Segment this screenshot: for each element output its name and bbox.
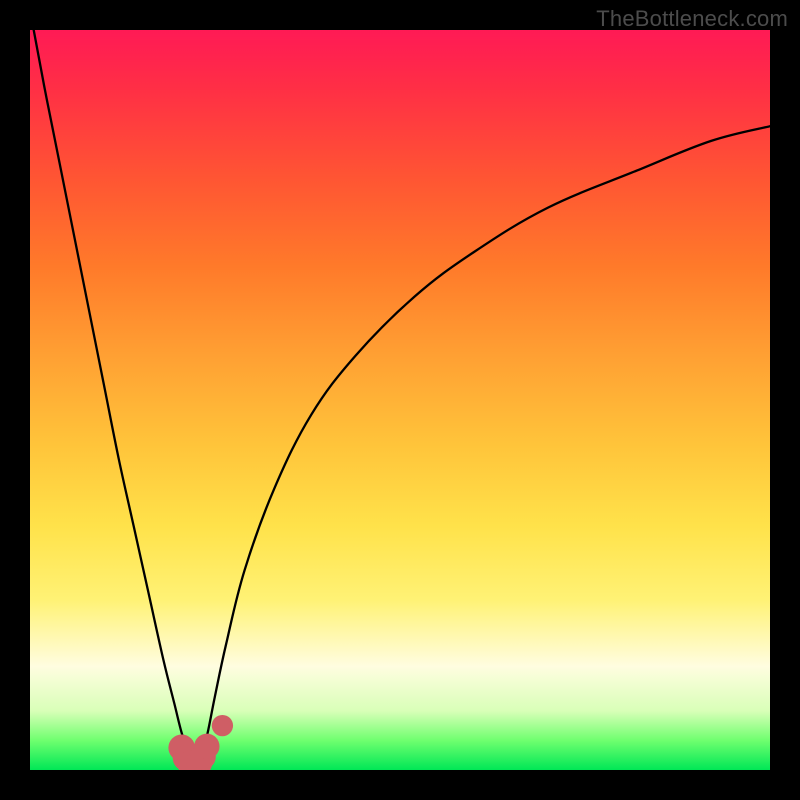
curve-left-branch	[34, 30, 195, 770]
outer-frame: TheBottleneck.com	[0, 0, 800, 800]
marker-dot	[194, 734, 219, 759]
plot-area	[30, 30, 770, 770]
chart-svg	[30, 30, 770, 770]
curve-right-branch	[197, 126, 771, 770]
marker-dot	[212, 715, 233, 736]
watermark-text: TheBottleneck.com	[596, 6, 788, 32]
